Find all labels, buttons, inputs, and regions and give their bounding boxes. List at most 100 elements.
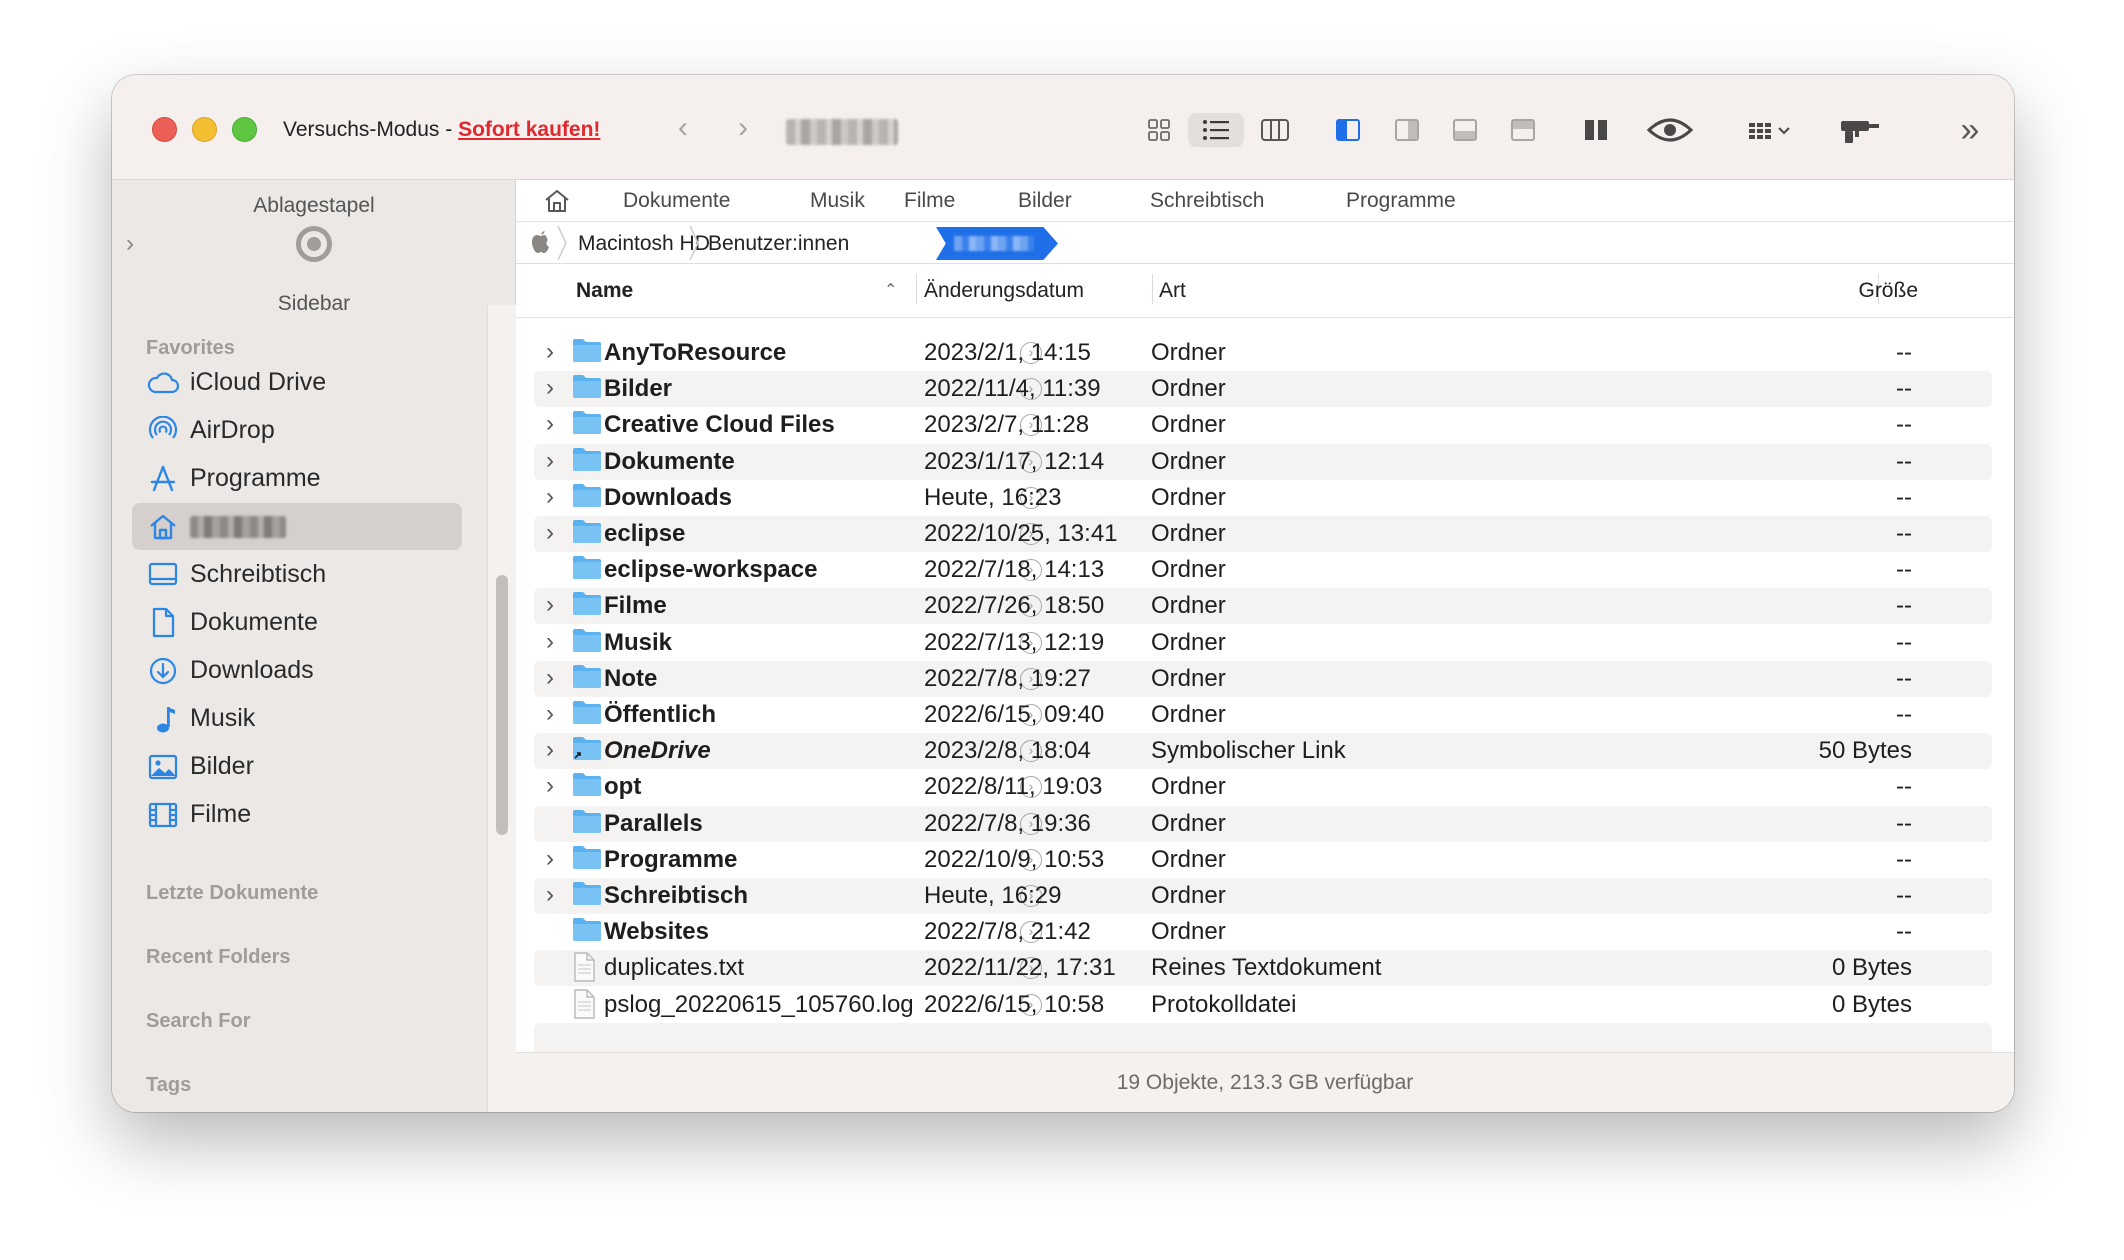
file-row[interactable]: › Downloads › Heute, 16:23 Ordner -- [534, 480, 1992, 516]
column-header-date[interactable]: Änderungsdatum [924, 279, 1084, 303]
disclosure-chevron-icon[interactable]: › [546, 591, 554, 619]
file-date: Heute, 16:23 [924, 484, 1062, 511]
disclosure-chevron-icon[interactable]: › [546, 447, 554, 475]
sidebar-item-musik[interactable]: Musik [132, 695, 462, 742]
column-header-name[interactable]: Name [576, 279, 633, 303]
disclosure-chevron-icon[interactable]: › [546, 410, 554, 438]
file-size: 0 Bytes [1831, 991, 1912, 1018]
file-row[interactable]: › opt › 2022/8/11, 19:03 Ordner -- [534, 769, 1992, 805]
disclosure-chevron-icon[interactable]: › [546, 519, 554, 547]
toolbar-overflow-icon[interactable]: » [1950, 111, 1990, 149]
shelf-drop-target-icon[interactable] [296, 226, 332, 262]
sidebar-item-home[interactable] [132, 503, 462, 550]
minimize-window-button[interactable] [192, 117, 217, 142]
file-name: Bilder [604, 375, 673, 402]
sidebar: Ablagestapel › Sidebar Favorites iCloud … [112, 180, 516, 1112]
sidebar-item-label: iCloud Drive [190, 368, 327, 396]
favbar-item-musik[interactable]: Musik [810, 189, 865, 213]
disclosure-chevron-icon[interactable]: › [546, 628, 554, 656]
column-divider[interactable] [1152, 274, 1153, 304]
chevron-right-icon[interactable]: › [126, 230, 134, 258]
file-name: Öffentlich [604, 701, 716, 728]
left-panel-layout-icon[interactable] [1328, 113, 1368, 147]
back-arrow-icon[interactable]: ‹ [668, 113, 698, 145]
sidebar-item-icloud-drive[interactable]: iCloud Drive [132, 359, 462, 406]
sidebar-item-label: Musik [190, 704, 256, 732]
column-header-kind[interactable]: Art [1159, 279, 1186, 303]
disclosure-chevron-icon[interactable]: › [546, 881, 554, 909]
file-date: 2022/8/11, 19:03 [924, 773, 1103, 800]
file-row[interactable]: Parallels › 2022/7/8, 19:36 Ordner -- [534, 806, 1992, 842]
file-row[interactable]: › Öffentlich › 2022/6/15, 09:40 Ordner -- [534, 697, 1992, 733]
tags-section-label[interactable]: Tags [146, 1074, 191, 1097]
breadcrumb-current-folder[interactable] [936, 227, 1058, 260]
favbar-item-programme[interactable]: Programme [1346, 189, 1456, 213]
file-row[interactable]: duplicates.txt › 2022/11/22, 17:31 Reines T… [534, 950, 1992, 986]
disclosure-chevron-icon[interactable]: › [546, 700, 554, 728]
disclosure-chevron-icon[interactable]: › [546, 483, 554, 511]
file-row[interactable]: › Schreibtisch › Heute, 16:29 Ordner -- [534, 878, 1992, 914]
search-for-section-label[interactable]: Search For [146, 1010, 250, 1033]
right-panel-layout-icon[interactable] [1387, 113, 1427, 147]
close-window-button[interactable] [152, 117, 177, 142]
buy-now-link[interactable]: Sofort kaufen! [458, 118, 600, 141]
recent-documents-section-label[interactable]: Letzte Dokumente [146, 882, 318, 905]
sidebar-item-airdrop[interactable]: AirDrop [132, 407, 462, 454]
bottom-panel-layout-icon[interactable] [1445, 113, 1485, 147]
home-icon[interactable] [536, 189, 578, 213]
list-view-icon[interactable] [1188, 113, 1244, 147]
sidebar-item-bilder[interactable]: Bilder [132, 743, 462, 790]
breadcrumb-benutzer[interactable]: Benutzer:innen [708, 232, 849, 256]
top-panel-layout-icon[interactable] [1503, 113, 1543, 147]
file-row[interactable]: › Filme › 2022/7/26, 18:50 Ordner -- [534, 588, 1992, 624]
file-row[interactable]: › Note › 2022/7/8, 19:27 Ordner -- [534, 661, 1992, 697]
column-view-icon[interactable] [1252, 113, 1298, 147]
sidebar-item-filme[interactable]: Filme [132, 791, 462, 838]
file-size: -- [1896, 918, 1912, 945]
file-size: -- [1896, 556, 1912, 583]
file-row[interactable]: › Bilder › 2022/11/4, 11:39 Ordner -- [534, 371, 1992, 407]
favbar-item-filme[interactable]: Filme [904, 189, 955, 213]
file-row[interactable]: › AnyToResource › 2023/2/1, 14:15 Ordner -- [534, 335, 1992, 371]
column-divider[interactable] [916, 274, 917, 304]
status-bar: 19 Objekte, 213.3 GB verfügbar [516, 1052, 2014, 1112]
sidebar-item-schreibtisch[interactable]: Schreibtisch [132, 551, 462, 598]
tools-drill-icon[interactable] [1832, 113, 1888, 147]
recent-folders-section-label[interactable]: Recent Folders [146, 946, 290, 969]
disclosure-chevron-icon[interactable]: › [546, 338, 554, 366]
forward-arrow-icon[interactable]: › [728, 113, 758, 145]
file-row[interactable]: eclipse-workspace › 2022/7/18, 14:13 Ordner… [534, 552, 1992, 588]
file-row[interactable]: › OneDrive › 2023/2/8, 18:04 Symbolischer Li… [534, 733, 1992, 769]
disclosure-chevron-icon[interactable]: › [546, 845, 554, 873]
file-row[interactable]: › Creative Cloud Files › 2023/2/7, 11:28 Ord… [534, 407, 1992, 443]
folder-icon [572, 808, 602, 841]
sidebar-item-programme[interactable]: Programme [132, 455, 462, 502]
sidebar-scroll-thumb[interactable] [496, 575, 508, 835]
zoom-window-button[interactable] [232, 117, 257, 142]
file-row[interactable]: › Dokumente › 2023/1/17, 12:14 Ordner -- [534, 444, 1992, 480]
file-row[interactable]: Websites › 2022/7/8, 21:42 Ordner -- [534, 914, 1992, 950]
sidebar-item-dokumente[interactable]: Dokumente [132, 599, 462, 646]
favbar-item-schreibtisch[interactable]: Schreibtisch [1150, 189, 1264, 213]
apple-logo-icon[interactable] [530, 229, 552, 261]
disclosure-chevron-icon[interactable]: › [546, 736, 554, 764]
icon-view-grid-icon[interactable] [1136, 113, 1182, 147]
column-header-size[interactable]: Größe [1858, 279, 1918, 303]
disclosure-chevron-icon[interactable]: › [546, 664, 554, 692]
favbar-item-dokumente[interactable]: Dokumente [623, 189, 730, 213]
file-row[interactable]: › Programme › 2022/10/9, 10:53 Ordner -- [534, 842, 1992, 878]
disclosure-chevron-icon[interactable]: › [546, 374, 554, 402]
disclosure-chevron-icon[interactable]: › [546, 772, 554, 800]
sidebar-item-downloads[interactable]: Downloads [132, 647, 462, 694]
file-row[interactable]: › Musik › 2022/7/13, 12:19 Ordner -- [534, 625, 1992, 661]
file-row[interactable]: › eclipse › 2022/10/25, 13:41 Ordner -- [534, 516, 1992, 552]
file-kind: Ordner [1151, 810, 1226, 837]
favbar-item-bilder[interactable]: Bilder [1018, 189, 1072, 213]
quick-look-eye-icon[interactable] [1642, 113, 1698, 147]
shelf-title: Ablagestapel [253, 194, 375, 217]
sidebar-scrollbar[interactable] [487, 305, 516, 1112]
group-by-menu-icon[interactable] [1742, 113, 1798, 147]
file-kind: Ordner [1151, 882, 1226, 909]
file-row[interactable]: pslog_20220615_105760.log › 2022/6/15, 10:… [534, 987, 1992, 1023]
dual-pane-icon[interactable] [1576, 113, 1616, 147]
